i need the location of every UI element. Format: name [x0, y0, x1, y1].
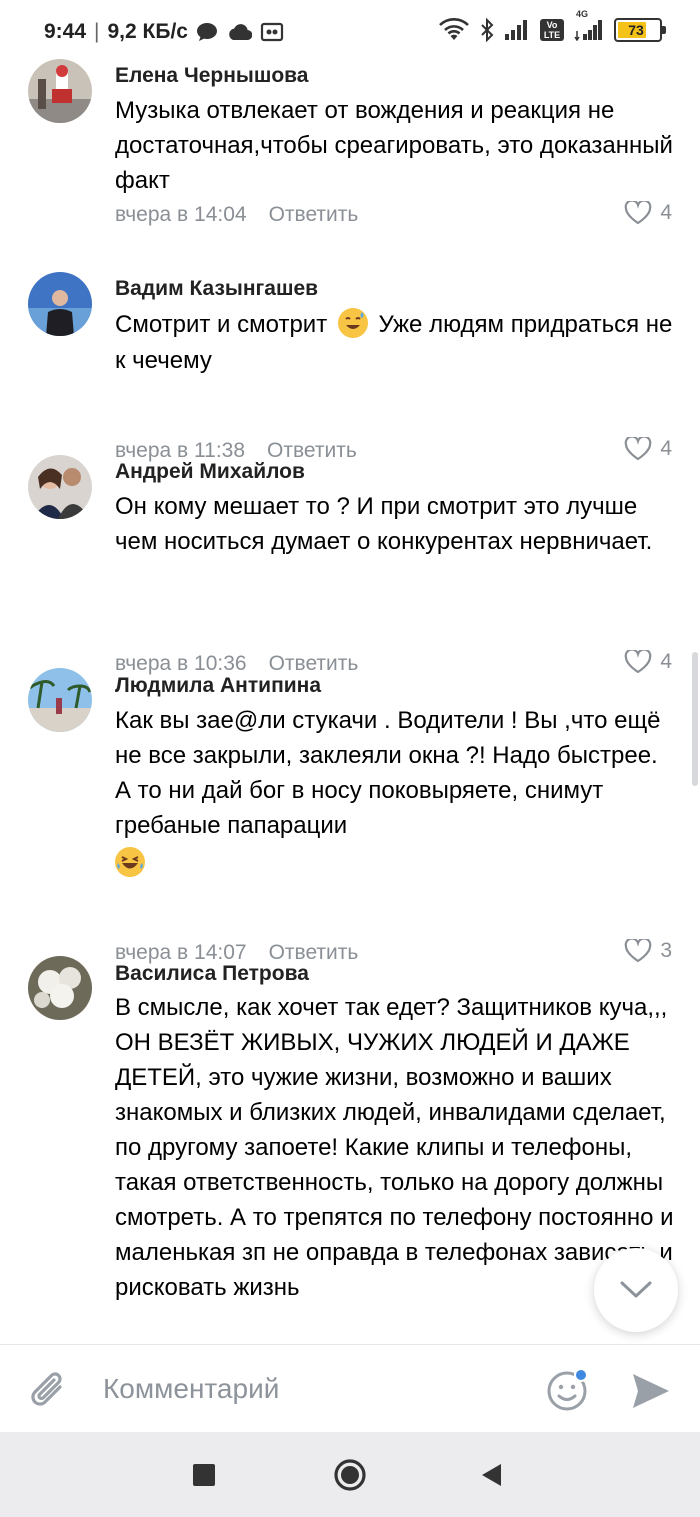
network-type-label: 4G: [576, 9, 589, 19]
comments-list[interactable]: Елена Чернышова Музыка отвлекает от вожд…: [0, 54, 700, 1344]
avatar[interactable]: [28, 272, 92, 336]
comment-text: Он кому мешает то ? И при смотрит это лу…: [115, 493, 653, 555]
reply-button[interactable]: Ответить: [269, 203, 359, 227]
comment-text: Музыка отвлекает от вождения и реакция н…: [115, 97, 673, 194]
laughing-emoji-icon: [115, 847, 145, 877]
comment-item: Людмила Антипина Как вы зае@ли стукачи .…: [0, 667, 700, 964]
send-icon[interactable]: [630, 1371, 672, 1411]
comment-author[interactable]: Людмила Антипина: [115, 674, 321, 698]
cast-icon: [260, 22, 284, 42]
avatar[interactable]: [28, 455, 92, 519]
comment-time: вчера в 14:04: [115, 203, 247, 226]
comment-text: Как вы зае@ли стукачи . Водители ! Вы ,ч…: [115, 703, 675, 881]
status-bar: 9:44 | 9,2 КБ/с Vo LTE 4G 73: [0, 0, 700, 62]
avatar[interactable]: [28, 59, 92, 123]
battery-level: 73: [628, 22, 644, 38]
comment-text-body: Как вы зае@ли стукачи . Водители ! Вы ,ч…: [115, 707, 661, 839]
paperclip-icon[interactable]: [30, 1369, 70, 1413]
comment-input[interactable]: Комментарий: [103, 1373, 279, 1405]
comment-text: В смысле, как хочет так едет? Защитников…: [115, 994, 674, 1301]
bluetooth-icon: [481, 18, 494, 42]
comment-input-bar: Комментарий: [0, 1344, 700, 1433]
comment-item: Елена Чернышова Музыка отвлекает от вожд…: [0, 54, 700, 264]
avatar[interactable]: [28, 668, 92, 732]
comment-author[interactable]: Елена Чернышова: [115, 64, 308, 88]
comment-author[interactable]: Вадим Казынгашев: [115, 277, 318, 301]
status-separator: |: [94, 20, 100, 43]
home-button[interactable]: [333, 1458, 367, 1492]
comment-item: Андрей Михайлов Он кому мешает то ? И пр…: [0, 453, 700, 675]
recent-apps-button[interactable]: [193, 1464, 215, 1486]
signal-4g-icon: [574, 20, 602, 41]
cloud-icon: [229, 24, 252, 41]
status-right: Vo LTE 4G 73: [438, 9, 666, 42]
scrollbar[interactable]: [692, 652, 698, 786]
battery-indicator: 73: [614, 18, 666, 42]
emoji-icon[interactable]: [545, 1367, 591, 1413]
avatar[interactable]: [28, 956, 92, 1020]
network-signal: 4G: [574, 9, 604, 41]
chat-bubble-icon: [196, 23, 217, 41]
sweat-smile-emoji-icon: [337, 308, 368, 338]
chevron-down-icon: [620, 1281, 652, 1298]
comment-author[interactable]: Василиса Петрова: [115, 962, 309, 986]
back-button[interactable]: [480, 1463, 502, 1487]
volte-badge: Vo LTE: [540, 19, 564, 41]
status-time: 9:44: [44, 20, 87, 43]
comment-text: Смотрит и смотрит Уже людям придраться н…: [115, 307, 675, 379]
scroll-down-button[interactable]: [594, 1248, 678, 1332]
comment-text-part: Смотрит и смотрит: [115, 311, 328, 338]
wifi-icon: [439, 18, 469, 40]
comment-author[interactable]: Андрей Михайлов: [115, 460, 305, 484]
signal-icon: [505, 20, 527, 40]
system-nav-bar: [0, 1432, 700, 1517]
status-speed: 9,2 КБ/с: [107, 20, 188, 43]
comment-meta: вчера в 14:04 Ответить: [115, 203, 358, 227]
comment-item: Вадим Казынгашев Смотрит и смотрит Уже л…: [0, 270, 700, 470]
like-button[interactable]: 4: [624, 201, 672, 225]
like-count: 4: [660, 201, 672, 224]
status-left: 9:44 | 9,2 КБ/с: [44, 20, 284, 44]
heart-icon: [624, 201, 652, 225]
